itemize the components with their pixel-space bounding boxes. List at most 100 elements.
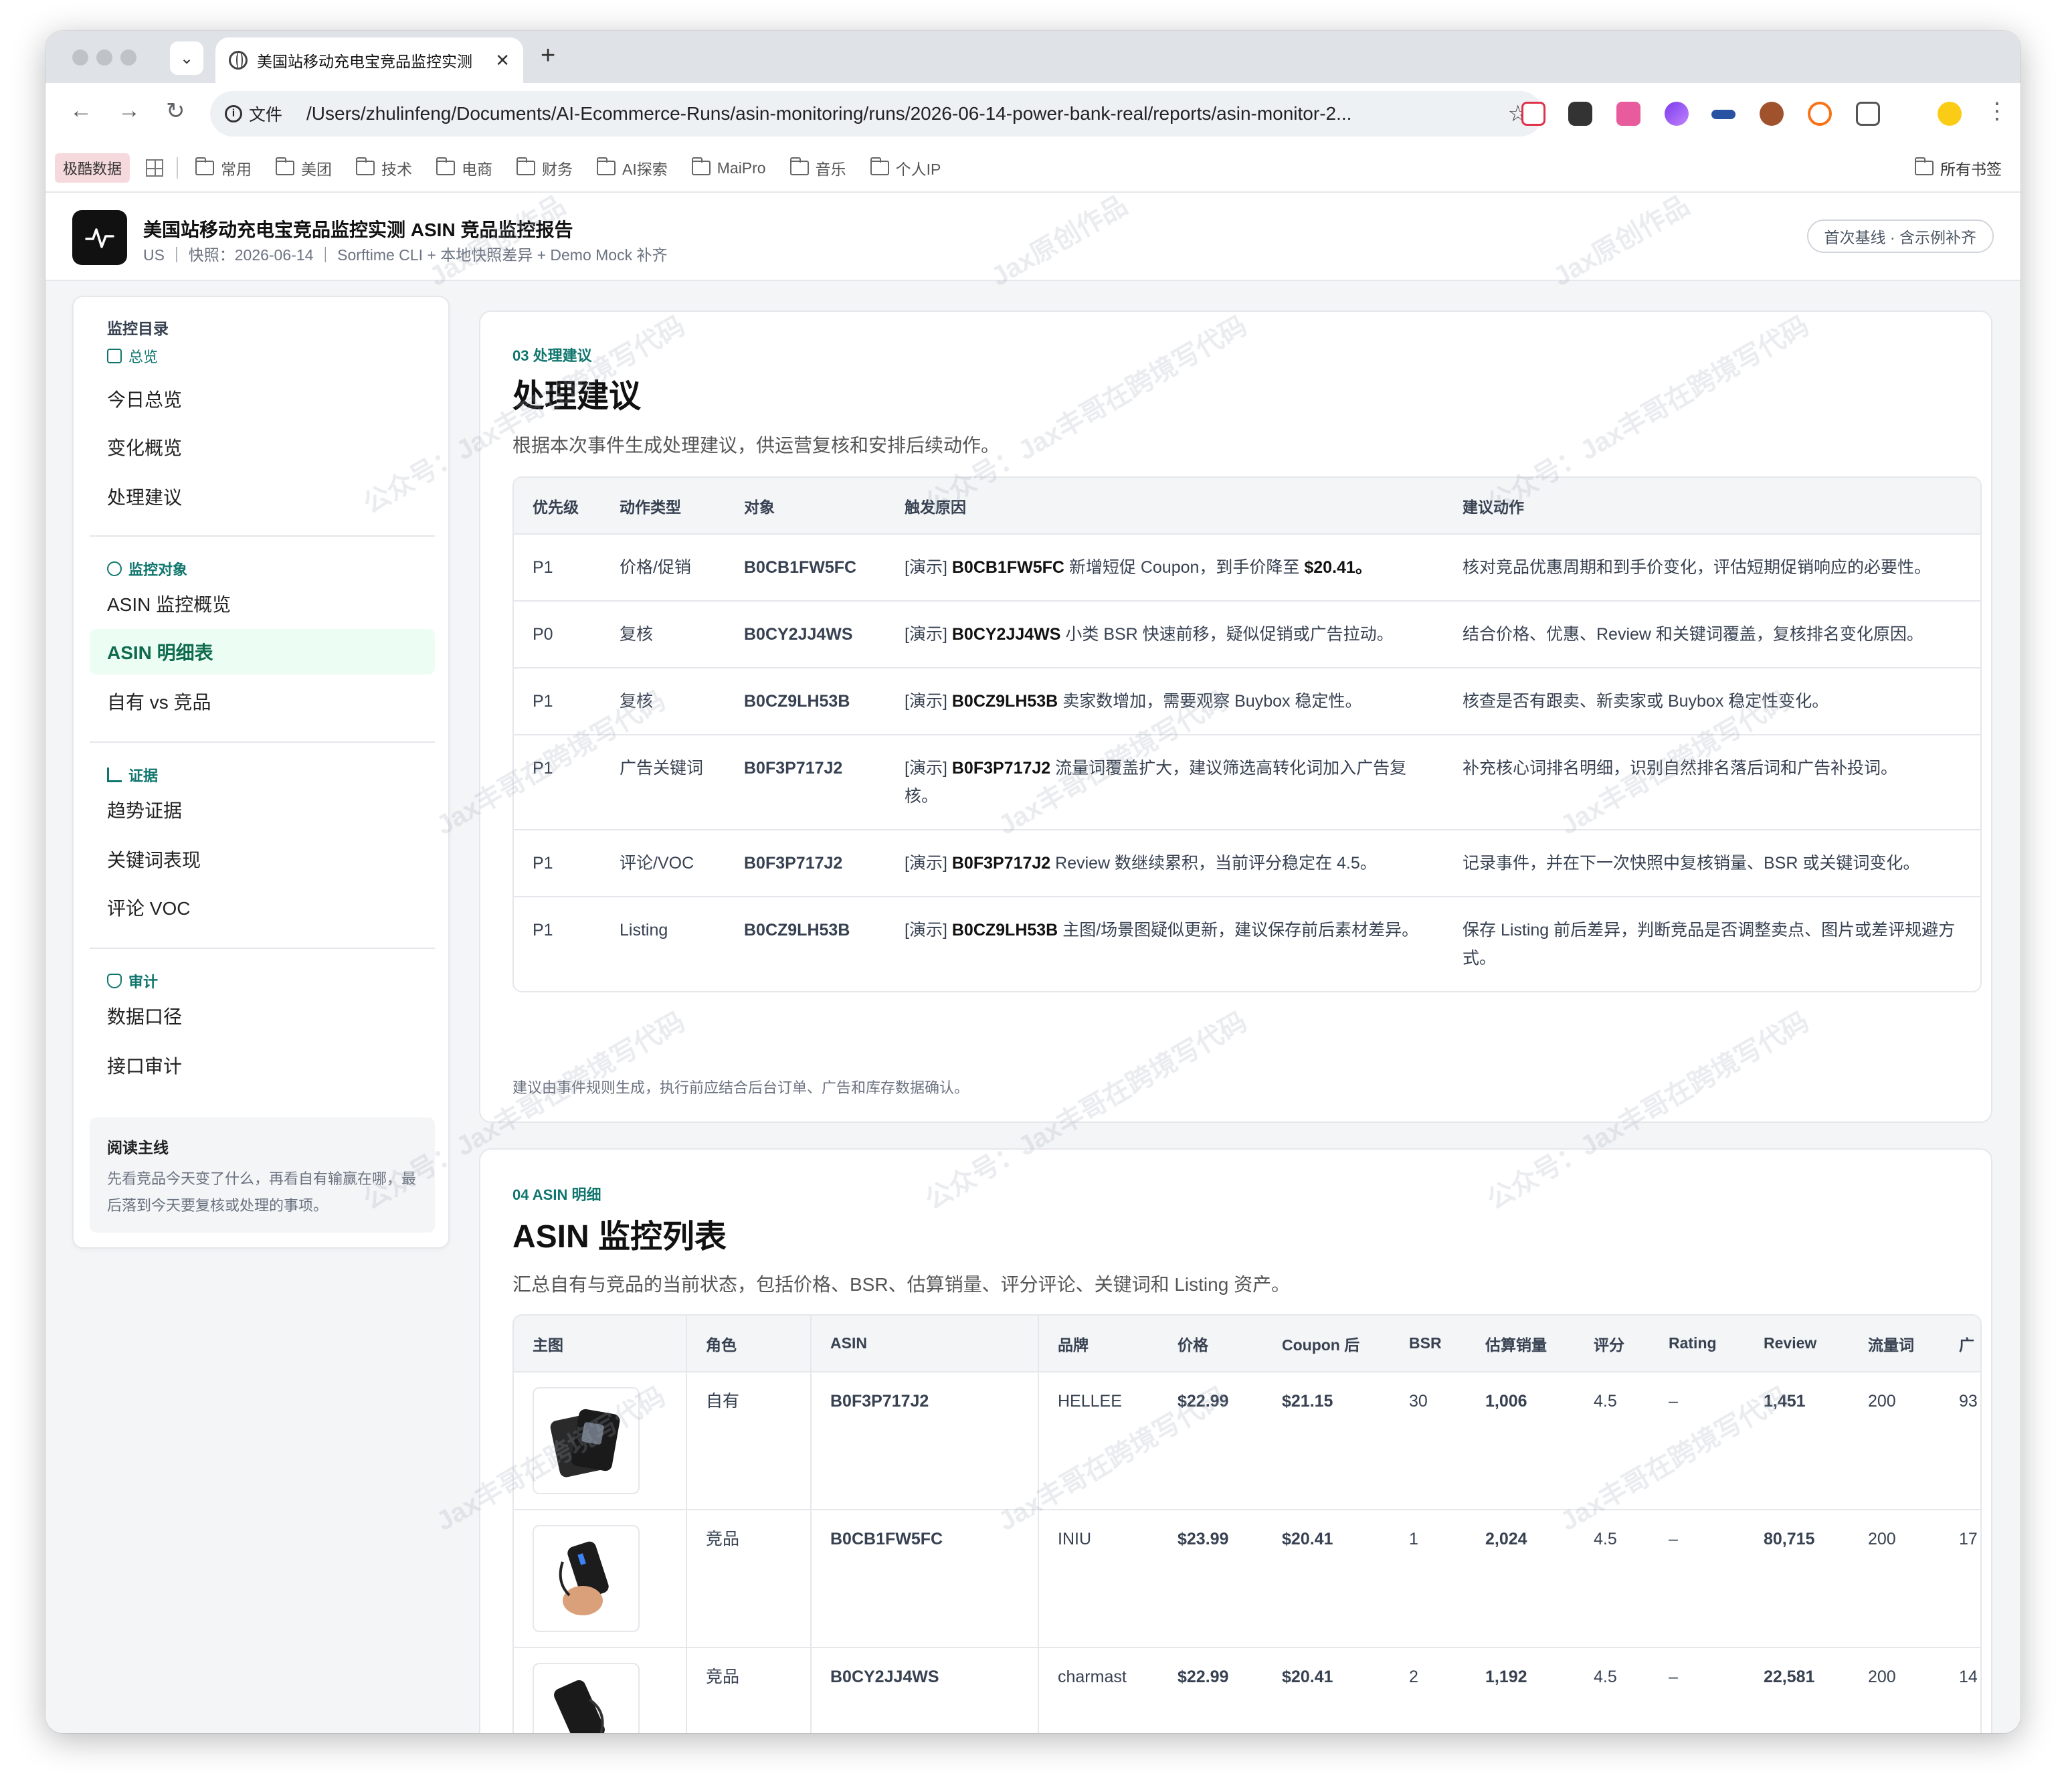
bookmark-folder[interactable]: 音乐 <box>789 157 846 179</box>
report-title: 美国站移动充电宝竞品监控实测 ASIN 竞品监控报告 <box>143 219 573 240</box>
demo-tag: [演示] <box>905 558 947 577</box>
reason-text: 新增短促 Coupon，到手价降至 <box>1068 558 1300 577</box>
translate-extension-icon[interactable] <box>1616 102 1640 126</box>
close-tab-icon[interactable]: ✕ <box>495 50 510 71</box>
asin-cell: B0CZ9LH53B <box>744 921 850 939</box>
bookmark-folder[interactable]: 美团 <box>276 157 332 179</box>
table-row: P1 评论/VOC B0F3P717J2 [演示] B0F3P717J2 Rev… <box>514 830 1980 897</box>
reload-icon[interactable]: ↻ <box>166 98 185 124</box>
bsr-cell: 30 <box>1390 1372 1467 1510</box>
bookmark-label: 个人IP <box>895 161 941 178</box>
menu-dots-icon[interactable]: ⋮ <box>1986 98 2008 124</box>
bookmark-folder[interactable]: MaiPro <box>691 157 766 177</box>
table-row: 竞品 B0CY2JJ4WS charmast $22.99 $20.41 2 1… <box>514 1647 1980 1733</box>
sidebar-item-today[interactable]: 今日总览 <box>90 376 435 422</box>
coupon-cell: $21.15 <box>1263 1372 1390 1510</box>
sidebar-item-own-vs-comp[interactable]: 自有 vs 竞品 <box>90 679 435 724</box>
thumb-cell <box>514 1372 687 1510</box>
thumb-cell <box>514 1647 687 1733</box>
asin-cell: B0CB1FW5FC <box>725 534 886 602</box>
address-bar[interactable]: i 文件 /Users/zhulinfeng/Documents/AI-Ecomm… <box>210 91 1543 137</box>
sidebar-divider <box>90 741 435 743</box>
bookmark-divider <box>177 157 179 179</box>
asin-cell: B0F3P717J2 <box>725 735 886 830</box>
sidebar-item-trend[interactable]: 趋势证据 <box>90 787 435 832</box>
coupon-cell: $20.41 <box>1263 1510 1390 1648</box>
sales-cell: 2,024 <box>1467 1510 1575 1648</box>
sidebar-item-asin-detail[interactable]: ASIN 明细表 <box>90 629 435 675</box>
bookmark-special[interactable]: 极酷数据 <box>55 153 130 183</box>
sidebar-item-asin-overview[interactable]: ASIN 监控概览 <box>90 581 435 626</box>
forward-arrow-icon[interactable]: → <box>118 98 140 124</box>
sidebar-item-api-audit[interactable]: 接口审计 <box>90 1043 435 1088</box>
browser-window: ⌄ 美国站移动充电宝竞品监控实测 ✕ + ← → ↻ i 文件 /Users/zh… <box>45 31 2021 1733</box>
folder-icon <box>870 157 889 175</box>
role-cell: 竞品 <box>686 1647 812 1733</box>
window-controls[interactable] <box>72 50 136 66</box>
reason-cell: [演示] B0F3P717J2 流量词覆盖扩大，建议筛选高转化词加入广告复核。 <box>886 735 1444 830</box>
asin-cell: B0CB1FW5FC <box>811 1510 1039 1648</box>
bookmark-folder[interactable]: AI探索 <box>597 157 668 179</box>
product-image[interactable] <box>533 1663 640 1733</box>
folder-icon <box>789 157 809 175</box>
ads-cell: 14 <box>1959 1668 1978 1686</box>
folder-icon <box>516 157 536 175</box>
product-image[interactable] <box>533 1525 640 1632</box>
flag-extension-icon[interactable] <box>1711 110 1735 119</box>
demo-tag: [演示] <box>905 921 947 939</box>
score-cell: 4.5 <box>1594 1668 1617 1686</box>
asin-table: 主图 角色 ASIN 品牌 价格 Coupon 后 BSR 估算销量 评分 Ra… <box>512 1314 1982 1733</box>
bookmark-folder[interactable]: 财务 <box>516 157 573 179</box>
all-bookmarks[interactable]: 所有书签 <box>1915 157 2002 179</box>
glasses-extension-icon[interactable] <box>1568 102 1592 126</box>
sidebar-section-overview: 总览 <box>107 345 158 367</box>
sidebar-item-actions[interactable]: 处理建议 <box>90 474 435 519</box>
actions-table: 优先级 动作类型 对象 触发原因 建议动作 P1 价格/促销 B0CB1FW5F… <box>512 476 1982 992</box>
sidebar-section-label: 总览 <box>128 349 159 365</box>
col-header: 广 <box>1940 1316 1980 1372</box>
bookmark-folder[interactable]: 常用 <box>195 157 252 179</box>
action-cell: 核对竞品优惠周期和到手价变化，评估短期促销响应的必要性。 <box>1444 534 1980 602</box>
url-text[interactable]: /Users/zhulinfeng/Documents/AI-Ecommerce… <box>306 103 1508 124</box>
sidebar-item-voc[interactable]: 评论 VOC <box>90 885 435 930</box>
type-cell: Listing <box>620 921 668 939</box>
site-info[interactable]: i 文件 <box>225 102 297 126</box>
col-header: 流量词 <box>1849 1316 1940 1372</box>
folder-icon <box>597 157 616 175</box>
avatar[interactable] <box>1938 102 1962 126</box>
action-cell: 保存 Listing 前后差异，判断竞品是否调整卖点、图片或差评规避方式。 <box>1463 921 1956 968</box>
col-header: 建议动作 <box>1444 478 1980 535</box>
rating-cell: – <box>1650 1372 1745 1510</box>
reading-guide: 阅读主线 先看竞品今天变了什么，再看自有输赢在哪，最后落到今天要复核或处理的事项… <box>90 1117 435 1233</box>
bookmark-folder[interactable]: 技术 <box>356 157 412 179</box>
s-extension-icon[interactable] <box>1808 102 1832 126</box>
bookmark-folder[interactable]: 电商 <box>436 157 492 179</box>
puzzle-extension-icon[interactable] <box>1856 102 1880 126</box>
fe-extension-icon[interactable] <box>1521 102 1545 126</box>
tab-search-chevron-icon[interactable]: ⌄ <box>170 41 203 75</box>
rating-cell: – <box>1650 1510 1745 1648</box>
product-image[interactable] <box>533 1387 640 1494</box>
bookmark-folder[interactable]: 个人IP <box>870 157 941 179</box>
section-desc: 汇总自有与竞品的当前状态，包括价格、BSR、估算销量、评分评论、关键词和 Lis… <box>512 1274 1291 1295</box>
score-cell: 4.5 <box>1575 1510 1650 1648</box>
apps-grid-icon[interactable] <box>146 159 164 177</box>
col-header: 价格 <box>1159 1316 1263 1372</box>
brand-cell: charmast <box>1058 1668 1127 1686</box>
reason-cell: [演示] B0CB1FW5FC 新增短促 Coupon，到手价降至 $20.41… <box>886 534 1444 602</box>
shield-icon <box>107 974 122 988</box>
folder-icon <box>356 157 375 175</box>
words-cell: 200 <box>1849 1510 1940 1648</box>
sidebar-item-keywords[interactable]: 关键词表现 <box>90 836 435 882</box>
folder-icon <box>691 157 711 175</box>
sidebar-item-data-scope[interactable]: 数据口径 <box>90 993 435 1039</box>
sidebar-divider <box>90 535 435 537</box>
sidebar-item-changes[interactable]: 变化概览 <box>90 424 435 470</box>
section-title: ASIN 监控列表 <box>512 1219 727 1255</box>
cookie-extension-icon[interactable] <box>1760 102 1784 126</box>
wave-extension-icon[interactable] <box>1665 102 1689 126</box>
browser-tab-active[interactable]: 美国站移动充电宝竞品监控实测 ✕ <box>215 37 523 83</box>
new-tab-plus-icon[interactable]: + <box>541 41 555 70</box>
reason-text: 小类 BSR 快速前移，疑似促销或广告拉动。 <box>1065 625 1394 644</box>
back-arrow-icon[interactable]: ← <box>70 98 92 124</box>
